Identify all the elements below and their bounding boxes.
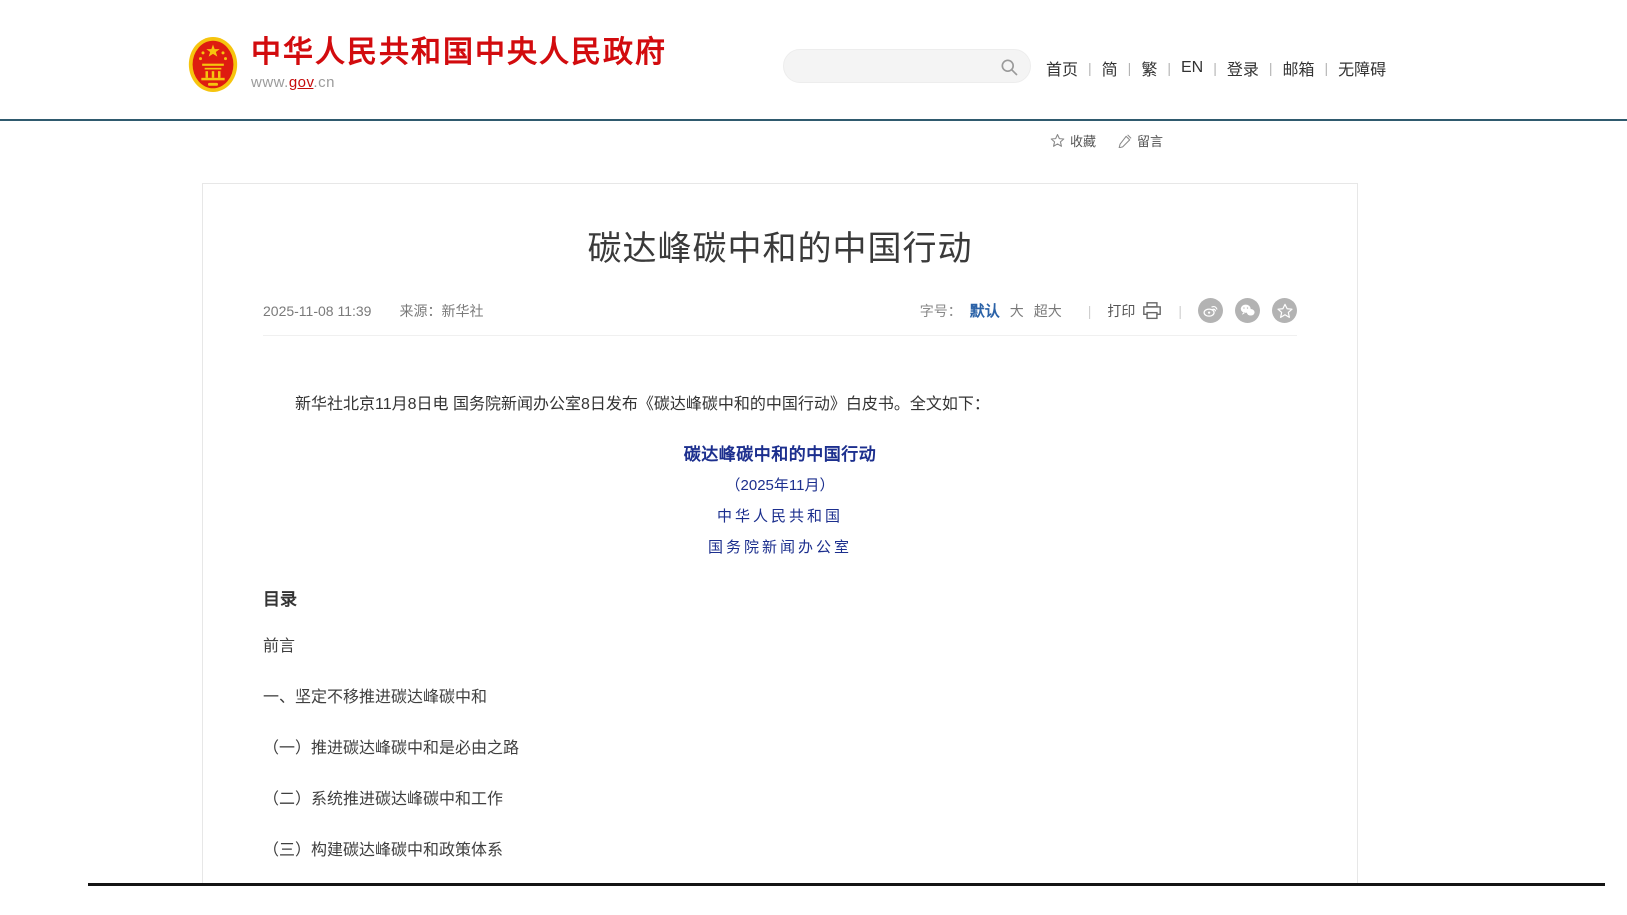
nav-divider: | bbox=[1088, 60, 1092, 76]
source: 来源：新华社 bbox=[399, 301, 483, 321]
pencil-icon bbox=[1118, 134, 1132, 148]
nav-link-english[interactable]: EN bbox=[1181, 59, 1203, 77]
nav-link-login[interactable]: 登录 bbox=[1227, 56, 1259, 80]
toc-item: （二）系统推进碳达峰碳中和工作 bbox=[263, 785, 1297, 809]
top-nav: 首页 | 简 | 繁 | EN | 登录 | 邮箱 | 无障碍 bbox=[1046, 56, 1386, 80]
document-title: 碳达峰碳中和的中国行动 bbox=[203, 440, 1357, 465]
site-header: 中华人民共和国中央人民政府 www.gov.cn 首页 | 简 | 繁 | EN… bbox=[0, 0, 1627, 119]
brand[interactable]: 中华人民共和国中央人民政府 www.gov.cn bbox=[188, 36, 667, 93]
search-input[interactable] bbox=[800, 50, 995, 82]
article-meta-bar: 2025-11-08 11:39 来源：新华社 字号： 默认 大 超大 | 打印 bbox=[263, 298, 1297, 336]
nav-link-traditional[interactable]: 繁 bbox=[1141, 56, 1157, 80]
weibo-icon bbox=[1202, 302, 1219, 319]
share-wechat-button[interactable] bbox=[1235, 298, 1260, 323]
fontsize-default-button[interactable]: 默认 bbox=[970, 300, 1000, 321]
search-icon[interactable] bbox=[999, 57, 1019, 77]
screenshot-bottom-edge bbox=[88, 883, 1605, 886]
toc-heading: 目录 bbox=[263, 585, 1297, 610]
url-cn: .cn bbox=[313, 74, 335, 91]
document-author-line: 中华人民共和国 bbox=[203, 505, 1357, 526]
comment-link[interactable]: 留言 bbox=[1118, 131, 1163, 150]
printer-icon bbox=[1142, 302, 1162, 320]
comment-label: 留言 bbox=[1137, 131, 1163, 150]
toc-item: （一）推进碳达峰碳中和是必由之路 bbox=[263, 734, 1297, 758]
publish-date: 2025-11-08 11:39 bbox=[263, 303, 371, 319]
article-card: 碳达峰碳中和的中国行动 2025-11-08 11:39 来源：新华社 字号： … bbox=[202, 183, 1358, 884]
favorite-label: 收藏 bbox=[1070, 131, 1096, 150]
nav-divider: | bbox=[1167, 60, 1171, 76]
nav-divider: | bbox=[1269, 60, 1273, 76]
favorite-link[interactable]: 收藏 bbox=[1050, 131, 1096, 150]
document-date: （2025年11月） bbox=[203, 474, 1357, 495]
table-of-contents: 目录 前言 一、坚定不移推进碳达峰碳中和 （一）推进碳达峰碳中和是必由之路 （二… bbox=[263, 585, 1297, 884]
star-badge-icon bbox=[1277, 303, 1293, 319]
print-label: 打印 bbox=[1107, 301, 1135, 321]
nav-link-mail[interactable]: 邮箱 bbox=[1283, 56, 1315, 80]
print-button[interactable]: 打印 bbox=[1107, 301, 1162, 321]
url-gov: gov bbox=[289, 74, 314, 91]
page-actions: 收藏 留言 bbox=[1050, 131, 1163, 150]
search-box[interactable] bbox=[783, 49, 1031, 83]
share-qzone-button[interactable] bbox=[1272, 298, 1297, 323]
url-www: www. bbox=[251, 74, 289, 91]
toc-item: 前言 bbox=[263, 632, 1297, 656]
brand-text: 中华人民共和国中央人民政府 www.gov.cn bbox=[251, 36, 667, 91]
site-url[interactable]: www.gov.cn bbox=[251, 74, 667, 91]
article-title: 碳达峰碳中和的中国行动 bbox=[203, 221, 1357, 270]
wechat-icon bbox=[1239, 302, 1256, 319]
share-weibo-button[interactable] bbox=[1198, 298, 1223, 323]
fontsize-large-button[interactable]: 大 bbox=[1010, 301, 1024, 321]
source-label: 来源： bbox=[399, 303, 441, 319]
nav-divider: | bbox=[1213, 60, 1217, 76]
nav-link-simplified[interactable]: 简 bbox=[1102, 56, 1118, 80]
meta-divider: | bbox=[1088, 303, 1092, 319]
nav-link-accessibility[interactable]: 无障碍 bbox=[1338, 56, 1386, 80]
article-meta-left: 2025-11-08 11:39 来源：新华社 bbox=[263, 301, 483, 321]
nav-divider: | bbox=[1128, 60, 1132, 76]
document-heading: 碳达峰碳中和的中国行动 （2025年11月） 中华人民共和国 国务院新闻办公室 bbox=[203, 440, 1357, 557]
site-title: 中华人民共和国中央人民政府 bbox=[251, 36, 667, 70]
document-author-line: 国务院新闻办公室 bbox=[203, 536, 1357, 557]
page: 中华人民共和国中央人民政府 www.gov.cn 首页 | 简 | 繁 | EN… bbox=[0, 0, 1627, 915]
meta-divider: | bbox=[1178, 303, 1182, 319]
national-emblem-logo bbox=[188, 36, 238, 93]
fontsize-label: 字号： bbox=[920, 301, 962, 321]
nav-divider: | bbox=[1325, 60, 1329, 76]
intro-paragraph: 新华社北京11月8日电 国务院新闻办公室8日发布《碳达峰碳中和的中国行动》白皮书… bbox=[263, 392, 1297, 418]
source-value: 新华社 bbox=[441, 303, 483, 319]
toc-item: （三）构建碳达峰碳中和政策体系 bbox=[263, 836, 1297, 860]
nav-link-home[interactable]: 首页 bbox=[1046, 56, 1078, 80]
toc-item: 一、坚定不移推进碳达峰碳中和 bbox=[263, 683, 1297, 707]
article-meta-right: 字号： 默认 大 超大 | 打印 | bbox=[920, 298, 1297, 323]
star-icon bbox=[1050, 133, 1065, 148]
fontsize-xlarge-button[interactable]: 超大 bbox=[1034, 301, 1062, 321]
header-divider-rule bbox=[0, 119, 1627, 121]
